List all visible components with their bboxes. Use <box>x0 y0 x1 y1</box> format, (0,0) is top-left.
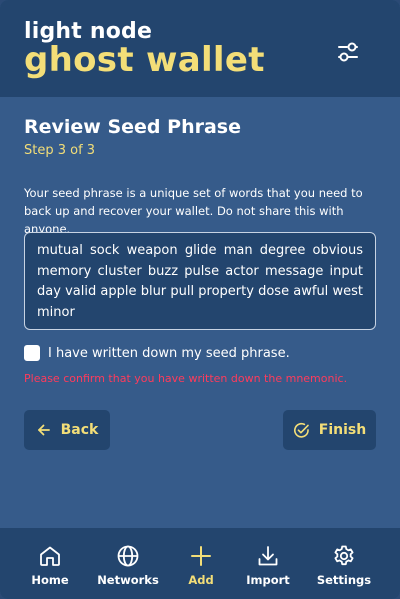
back-button-label: Back <box>60 422 99 438</box>
nav-item-settings[interactable]: Settings <box>316 528 372 599</box>
nav-label-add: Add <box>188 573 214 587</box>
step-indicator: Step 3 of 3 <box>24 143 96 158</box>
nav-item-import[interactable]: Import <box>243 528 293 599</box>
nav-label-networks: Networks <box>97 573 159 587</box>
page-title: Review Seed Phrase <box>24 116 241 138</box>
globe-icon <box>117 545 139 567</box>
seed-description: Your seed phrase is a unique set of word… <box>24 186 363 236</box>
confirm-label: I have written down my seed phrase. <box>48 345 290 361</box>
error-message: Please confirm that you have written dow… <box>24 372 348 385</box>
sliders-icon <box>338 42 358 62</box>
nav-label-import: Import <box>246 573 290 587</box>
nav-item-add[interactable]: Add <box>181 528 221 599</box>
back-button[interactable]: Back <box>24 410 110 450</box>
finish-button[interactable]: Finish <box>283 410 376 450</box>
download-icon <box>258 546 278 566</box>
seed-phrase-box: mutual sock weapon glide man degree obvi… <box>24 232 376 330</box>
bottom-nav: Home Networks Add Import Settings <box>0 528 400 599</box>
confirm-checkbox-row[interactable]: I have written down my seed phrase. <box>24 344 290 362</box>
nav-label-home: Home <box>31 573 69 587</box>
nav-item-home[interactable]: Home <box>26 528 74 599</box>
home-icon <box>40 546 60 566</box>
gear-icon <box>334 545 354 566</box>
plus-icon <box>191 546 211 566</box>
confirm-checkbox[interactable] <box>24 345 40 361</box>
app-frame: light node ghost wallet Review Seed Phra… <box>0 0 400 599</box>
brand-title: ghost wallet <box>24 40 265 80</box>
nav-label-settings: Settings <box>316 573 372 587</box>
filter-settings-button[interactable] <box>334 38 362 66</box>
finish-button-label: Finish <box>318 422 367 438</box>
nav-item-networks[interactable]: Networks <box>97 528 159 599</box>
app-header: light node ghost wallet <box>0 0 400 97</box>
arrow-left-icon <box>37 424 50 436</box>
check-circle-icon <box>293 422 309 438</box>
